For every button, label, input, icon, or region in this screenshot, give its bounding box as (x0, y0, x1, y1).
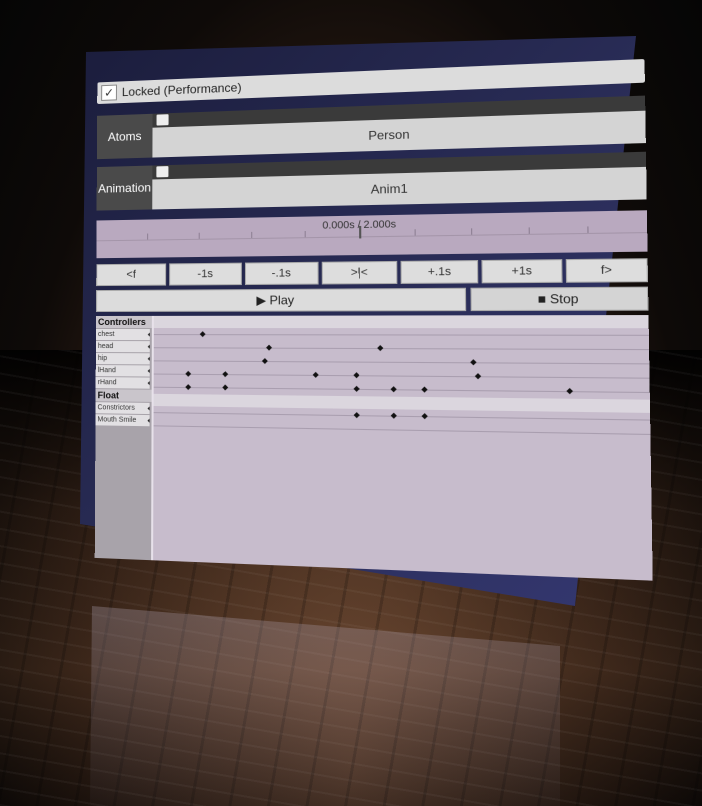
previous-frame-button[interactable]: <f (96, 263, 167, 287)
snap-button[interactable]: >|< (321, 260, 398, 285)
scrubber-cursor[interactable] (359, 225, 362, 239)
keyframe-icon (147, 379, 150, 387)
back-0.1s-button[interactable]: -.1s (244, 261, 319, 286)
atoms-slider-knob[interactable] (156, 114, 169, 126)
track-row (153, 425, 651, 436)
keyframe[interactable] (353, 385, 360, 392)
track-row (153, 360, 650, 365)
keyframe-icon (147, 404, 150, 413)
track-label-mouth-smile[interactable]: Mouth Smile (95, 414, 150, 427)
locked-checkbox[interactable]: ✓ (101, 84, 117, 101)
animation-slider-knob[interactable] (156, 166, 169, 178)
keyframe[interactable] (199, 331, 206, 338)
track-row (153, 334, 649, 336)
keyframe-icon (147, 417, 150, 425)
track-label-constrictors[interactable]: Constrictors (95, 402, 150, 415)
scrubber-tick (304, 231, 306, 238)
dope-sheet: Controllers chest head hip lHand rHand F… (94, 315, 653, 581)
track-label-hip[interactable]: hip (95, 353, 150, 365)
check-icon: ✓ (104, 85, 115, 100)
atoms-label: Atoms (96, 113, 153, 160)
play-button[interactable]: ▶ Play (96, 287, 467, 313)
keyframe[interactable] (222, 384, 229, 391)
keyframe[interactable] (421, 413, 428, 420)
keyframe[interactable] (353, 412, 360, 419)
atoms-selector[interactable]: Atoms Person (96, 95, 646, 160)
keyframe[interactable] (470, 359, 477, 366)
track-label-head[interactable]: head (95, 340, 150, 353)
scrubber-tick (198, 232, 200, 239)
keyframe[interactable] (566, 388, 574, 395)
timeline-scrubber[interactable]: 0.000s / 2.000s (96, 210, 648, 259)
keyframe[interactable] (390, 412, 397, 419)
keyframe[interactable] (474, 373, 482, 380)
back-1s-button[interactable]: -1s (169, 262, 242, 286)
transport-controls: <f -1s -.1s >|< +.1s +1s f> (96, 258, 648, 287)
next-frame-button[interactable]: f> (565, 258, 648, 283)
keyframe[interactable] (312, 371, 319, 378)
keyframe[interactable] (390, 386, 397, 393)
controllers-band (153, 315, 649, 329)
scrubber-tick (147, 233, 149, 240)
keyframe[interactable] (377, 345, 384, 352)
track-label-rhand[interactable]: rHand (95, 377, 150, 389)
keyframe[interactable] (266, 344, 273, 351)
keyframe-icon (147, 331, 150, 339)
keyframe-icon (147, 343, 150, 351)
animation-editor: ✓ Locked (Performance) Atoms Person Anim… (94, 55, 653, 603)
keyframe[interactable] (185, 370, 192, 377)
controllers-header: Controllers (95, 315, 152, 329)
float-params-band (153, 393, 651, 413)
stop-button[interactable]: ■ Stop (470, 286, 649, 312)
track-labels: Controllers chest head hip lHand rHand F… (94, 315, 152, 561)
keyframe[interactable] (185, 384, 192, 390)
keyframe-icon (147, 367, 150, 375)
scrubber-tick (471, 228, 473, 235)
keyframe[interactable] (421, 386, 428, 393)
forward-1s-button[interactable]: +1s (481, 259, 563, 284)
track-row (153, 347, 650, 351)
track-row (153, 386, 650, 394)
locked-label: Locked (Performance) (121, 80, 242, 100)
track-label-chest[interactable]: chest (95, 328, 150, 341)
keyframe-icon (147, 355, 150, 363)
scrubber-tick (414, 229, 416, 236)
animation-selector[interactable]: Animation Anim1 (96, 151, 647, 211)
keyframe[interactable] (261, 358, 268, 364)
scrubber-tick (528, 227, 530, 234)
scrubber-tick (587, 226, 589, 233)
track-row (153, 373, 650, 379)
float-params-header: Float Params (95, 389, 152, 413)
scrubber-tick (251, 231, 253, 239)
playback-row: ▶ Play ■ Stop (96, 286, 649, 313)
track-row (153, 412, 651, 421)
forward-0.1s-button[interactable]: +.1s (400, 260, 479, 284)
animation-label: Animation (96, 165, 153, 211)
keyframe[interactable] (353, 372, 360, 379)
keyframe[interactable] (222, 371, 229, 378)
time-display: 0.000s / 2.000s (322, 219, 397, 232)
track-label-lhand[interactable]: lHand (95, 365, 150, 377)
keyframe-area[interactable] (151, 315, 653, 581)
